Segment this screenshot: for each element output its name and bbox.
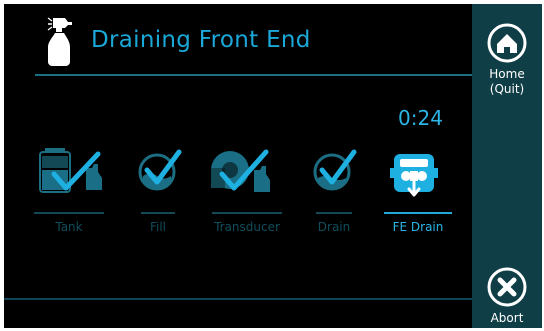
step-label: Transducer xyxy=(214,220,280,234)
home-quit-label: Home (Quit) xyxy=(489,67,525,96)
transducer-check-icon xyxy=(211,149,270,192)
home-icon xyxy=(487,23,527,63)
header-divider xyxy=(35,74,472,76)
step-underline xyxy=(34,212,104,214)
tank-check-icon xyxy=(39,148,102,193)
drain-check-icon xyxy=(313,149,357,191)
step-label: Tank xyxy=(55,220,83,234)
spray-bottle-icon xyxy=(47,17,72,66)
fill-check-icon xyxy=(138,149,182,191)
device-screen: Draining Front End 0:24 Tank Fill Transd… xyxy=(0,0,544,331)
abort-button[interactable]: Abort xyxy=(472,267,542,326)
step-underline xyxy=(316,212,352,214)
close-icon xyxy=(487,267,527,307)
step-underline xyxy=(141,212,175,214)
sidebar: Home (Quit) Abort xyxy=(472,4,542,328)
page-title: Draining Front End xyxy=(91,27,311,53)
step-underline xyxy=(212,212,282,214)
footer-divider xyxy=(4,298,472,300)
step-underline xyxy=(384,212,452,214)
step-label: Fill xyxy=(149,220,167,234)
step-label: Drain xyxy=(317,220,351,234)
fe-drain-icon xyxy=(390,154,438,197)
countdown-timer: 0:24 xyxy=(398,106,443,130)
abort-label: Abort xyxy=(490,311,524,325)
main-display: Draining Front End 0:24 Tank Fill Transd… xyxy=(4,4,472,328)
step-label: FE Drain xyxy=(392,220,444,234)
home-quit-button[interactable]: Home (Quit) xyxy=(472,23,542,97)
